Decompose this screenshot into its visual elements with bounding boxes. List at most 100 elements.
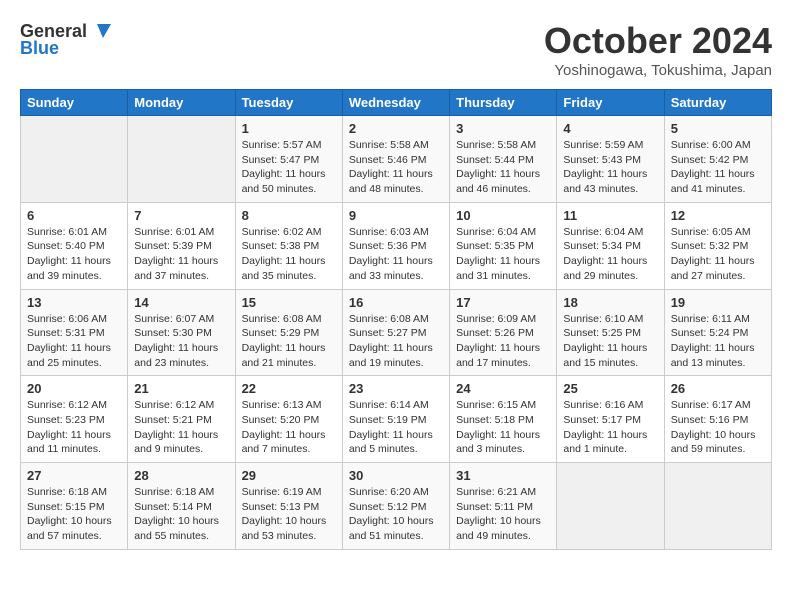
calendar-cell: 27 Sunrise: 6:18 AM Sunset: 5:15 PM Dayli… bbox=[21, 463, 128, 550]
calendar-cell: 19Sunrise: 6:11 AM Sunset: 5:24 PM Dayli… bbox=[664, 289, 771, 376]
day-info: Sunrise: 6:18 AM Sunset: 5:15 PM Dayligh… bbox=[27, 485, 121, 544]
day-number: 10 bbox=[456, 208, 550, 223]
calendar-cell: 23 Sunrise: 6:14 AM Sunset: 5:19 PM Dayli… bbox=[342, 376, 449, 463]
title-block: October 2024 Yoshinogawa, Tokushima, Jap… bbox=[544, 20, 772, 79]
day-info: Sunrise: 6:04 AM Sunset: 5:35 PM Dayligh… bbox=[456, 225, 550, 284]
calendar-cell: 11 Sunrise: 6:04 AM Sunset: 5:34 PM Dayli… bbox=[557, 202, 664, 289]
calendar-cell: 21Sunrise: 6:12 AM Sunset: 5:21 PM Dayli… bbox=[128, 376, 235, 463]
page-header: General Blue October 2024 Yoshinogawa, T… bbox=[20, 20, 772, 79]
day-number: 31 bbox=[456, 468, 550, 483]
day-info: Sunrise: 6:03 AM Sunset: 5:36 PM Dayligh… bbox=[349, 225, 443, 284]
day-info: Sunrise: 6:18 AM Sunset: 5:14 PM Dayligh… bbox=[134, 485, 228, 544]
column-header-monday: Monday bbox=[128, 90, 235, 116]
calendar-cell: 9 Sunrise: 6:03 AM Sunset: 5:36 PM Daylig… bbox=[342, 202, 449, 289]
calendar-cell: 20 Sunrise: 6:12 AM Sunset: 5:23 PM Dayli… bbox=[21, 376, 128, 463]
day-info: Sunrise: 5:57 AM Sunset: 5:47 PM Dayligh… bbox=[242, 138, 336, 197]
calendar-week-row: 20 Sunrise: 6:12 AM Sunset: 5:23 PM Dayli… bbox=[21, 376, 772, 463]
day-number: 15 bbox=[242, 295, 336, 310]
day-info: Sunrise: 6:19 AM Sunset: 5:13 PM Dayligh… bbox=[242, 485, 336, 544]
calendar-cell: 29Sunrise: 6:19 AM Sunset: 5:13 PM Dayli… bbox=[235, 463, 342, 550]
day-info: Sunrise: 6:06 AM Sunset: 5:31 PM Dayligh… bbox=[27, 312, 121, 371]
calendar-week-row: 1 Sunrise: 5:57 AM Sunset: 5:47 PM Daylig… bbox=[21, 116, 772, 203]
day-number: 26 bbox=[671, 381, 765, 396]
calendar-cell: 30 Sunrise: 6:20 AM Sunset: 5:12 PM Dayli… bbox=[342, 463, 449, 550]
calendar-cell: 25Sunrise: 6:16 AM Sunset: 5:17 PM Dayli… bbox=[557, 376, 664, 463]
day-number: 1 bbox=[242, 121, 336, 136]
calendar-cell: 31 Sunrise: 6:21 AM Sunset: 5:11 PM Dayli… bbox=[450, 463, 557, 550]
day-info: Sunrise: 6:01 AM Sunset: 5:39 PM Dayligh… bbox=[134, 225, 228, 284]
calendar-week-row: 13 Sunrise: 6:06 AM Sunset: 5:31 PM Dayli… bbox=[21, 289, 772, 376]
calendar-cell bbox=[21, 116, 128, 203]
column-header-sunday: Sunday bbox=[21, 90, 128, 116]
day-number: 13 bbox=[27, 295, 121, 310]
day-number: 23 bbox=[349, 381, 443, 396]
location: Yoshinogawa, Tokushima, Japan bbox=[544, 62, 772, 79]
day-info: Sunrise: 6:12 AM Sunset: 5:23 PM Dayligh… bbox=[27, 398, 121, 457]
day-number: 9 bbox=[349, 208, 443, 223]
calendar-cell: 18 Sunrise: 6:10 AM Sunset: 5:25 PM Dayli… bbox=[557, 289, 664, 376]
logo: General Blue bbox=[20, 20, 111, 59]
day-info: Sunrise: 6:15 AM Sunset: 5:18 PM Dayligh… bbox=[456, 398, 550, 457]
logo-wing-icon bbox=[89, 20, 111, 42]
column-header-tuesday: Tuesday bbox=[235, 90, 342, 116]
day-info: Sunrise: 6:02 AM Sunset: 5:38 PM Dayligh… bbox=[242, 225, 336, 284]
calendar-cell: 14 Sunrise: 6:07 AM Sunset: 5:30 PM Dayli… bbox=[128, 289, 235, 376]
calendar-cell: 17 Sunrise: 6:09 AM Sunset: 5:26 PM Dayli… bbox=[450, 289, 557, 376]
calendar-cell: 7 Sunrise: 6:01 AM Sunset: 5:39 PM Daylig… bbox=[128, 202, 235, 289]
column-header-wednesday: Wednesday bbox=[342, 90, 449, 116]
day-info: Sunrise: 6:07 AM Sunset: 5:30 PM Dayligh… bbox=[134, 312, 228, 371]
calendar-cell: 3Sunrise: 5:58 AM Sunset: 5:44 PM Daylig… bbox=[450, 116, 557, 203]
day-number: 11 bbox=[563, 208, 657, 223]
day-info: Sunrise: 6:12 AM Sunset: 5:21 PM Dayligh… bbox=[134, 398, 228, 457]
day-number: 7 bbox=[134, 208, 228, 223]
calendar-cell: 1 Sunrise: 5:57 AM Sunset: 5:47 PM Daylig… bbox=[235, 116, 342, 203]
calendar-cell: 15 Sunrise: 6:08 AM Sunset: 5:29 PM Dayli… bbox=[235, 289, 342, 376]
day-number: 14 bbox=[134, 295, 228, 310]
day-info: Sunrise: 6:01 AM Sunset: 5:40 PM Dayligh… bbox=[27, 225, 121, 284]
day-info: Sunrise: 6:21 AM Sunset: 5:11 PM Dayligh… bbox=[456, 485, 550, 544]
day-number: 28 bbox=[134, 468, 228, 483]
day-number: 2 bbox=[349, 121, 443, 136]
day-info: Sunrise: 5:58 AM Sunset: 5:46 PM Dayligh… bbox=[349, 138, 443, 197]
calendar-table: SundayMondayTuesdayWednesdayThursdayFrid… bbox=[20, 89, 772, 550]
column-header-thursday: Thursday bbox=[450, 90, 557, 116]
month-title: October 2024 bbox=[544, 20, 772, 62]
day-number: 20 bbox=[27, 381, 121, 396]
calendar-cell bbox=[128, 116, 235, 203]
calendar-header-row: SundayMondayTuesdayWednesdayThursdayFrid… bbox=[21, 90, 772, 116]
day-info: Sunrise: 6:05 AM Sunset: 5:32 PM Dayligh… bbox=[671, 225, 765, 284]
day-number: 4 bbox=[563, 121, 657, 136]
day-number: 24 bbox=[456, 381, 550, 396]
calendar-cell: 8Sunrise: 6:02 AM Sunset: 5:38 PM Daylig… bbox=[235, 202, 342, 289]
day-info: Sunrise: 6:17 AM Sunset: 5:16 PM Dayligh… bbox=[671, 398, 765, 457]
day-info: Sunrise: 6:20 AM Sunset: 5:12 PM Dayligh… bbox=[349, 485, 443, 544]
day-info: Sunrise: 5:58 AM Sunset: 5:44 PM Dayligh… bbox=[456, 138, 550, 197]
calendar-cell: 28 Sunrise: 6:18 AM Sunset: 5:14 PM Dayli… bbox=[128, 463, 235, 550]
calendar-cell: 4 Sunrise: 5:59 AM Sunset: 5:43 PM Daylig… bbox=[557, 116, 664, 203]
calendar-cell: 12 Sunrise: 6:05 AM Sunset: 5:32 PM Dayli… bbox=[664, 202, 771, 289]
column-header-friday: Friday bbox=[557, 90, 664, 116]
day-number: 5 bbox=[671, 121, 765, 136]
day-number: 27 bbox=[27, 468, 121, 483]
calendar-cell: 16 Sunrise: 6:08 AM Sunset: 5:27 PM Dayli… bbox=[342, 289, 449, 376]
day-number: 17 bbox=[456, 295, 550, 310]
day-number: 12 bbox=[671, 208, 765, 223]
day-info: Sunrise: 6:04 AM Sunset: 5:34 PM Dayligh… bbox=[563, 225, 657, 284]
day-info: Sunrise: 6:14 AM Sunset: 5:19 PM Dayligh… bbox=[349, 398, 443, 457]
day-number: 19 bbox=[671, 295, 765, 310]
day-number: 18 bbox=[563, 295, 657, 310]
day-info: Sunrise: 6:09 AM Sunset: 5:26 PM Dayligh… bbox=[456, 312, 550, 371]
day-number: 30 bbox=[349, 468, 443, 483]
day-info: Sunrise: 6:08 AM Sunset: 5:29 PM Dayligh… bbox=[242, 312, 336, 371]
day-info: Sunrise: 6:10 AM Sunset: 5:25 PM Dayligh… bbox=[563, 312, 657, 371]
day-info: Sunrise: 6:08 AM Sunset: 5:27 PM Dayligh… bbox=[349, 312, 443, 371]
calendar-cell: 10 Sunrise: 6:04 AM Sunset: 5:35 PM Dayli… bbox=[450, 202, 557, 289]
calendar-cell: 26 Sunrise: 6:17 AM Sunset: 5:16 PM Dayli… bbox=[664, 376, 771, 463]
day-info: Sunrise: 5:59 AM Sunset: 5:43 PM Dayligh… bbox=[563, 138, 657, 197]
day-number: 16 bbox=[349, 295, 443, 310]
day-number: 25 bbox=[563, 381, 657, 396]
day-number: 22 bbox=[242, 381, 336, 396]
calendar-cell: 24 Sunrise: 6:15 AM Sunset: 5:18 PM Dayli… bbox=[450, 376, 557, 463]
column-header-saturday: Saturday bbox=[664, 90, 771, 116]
day-number: 6 bbox=[27, 208, 121, 223]
